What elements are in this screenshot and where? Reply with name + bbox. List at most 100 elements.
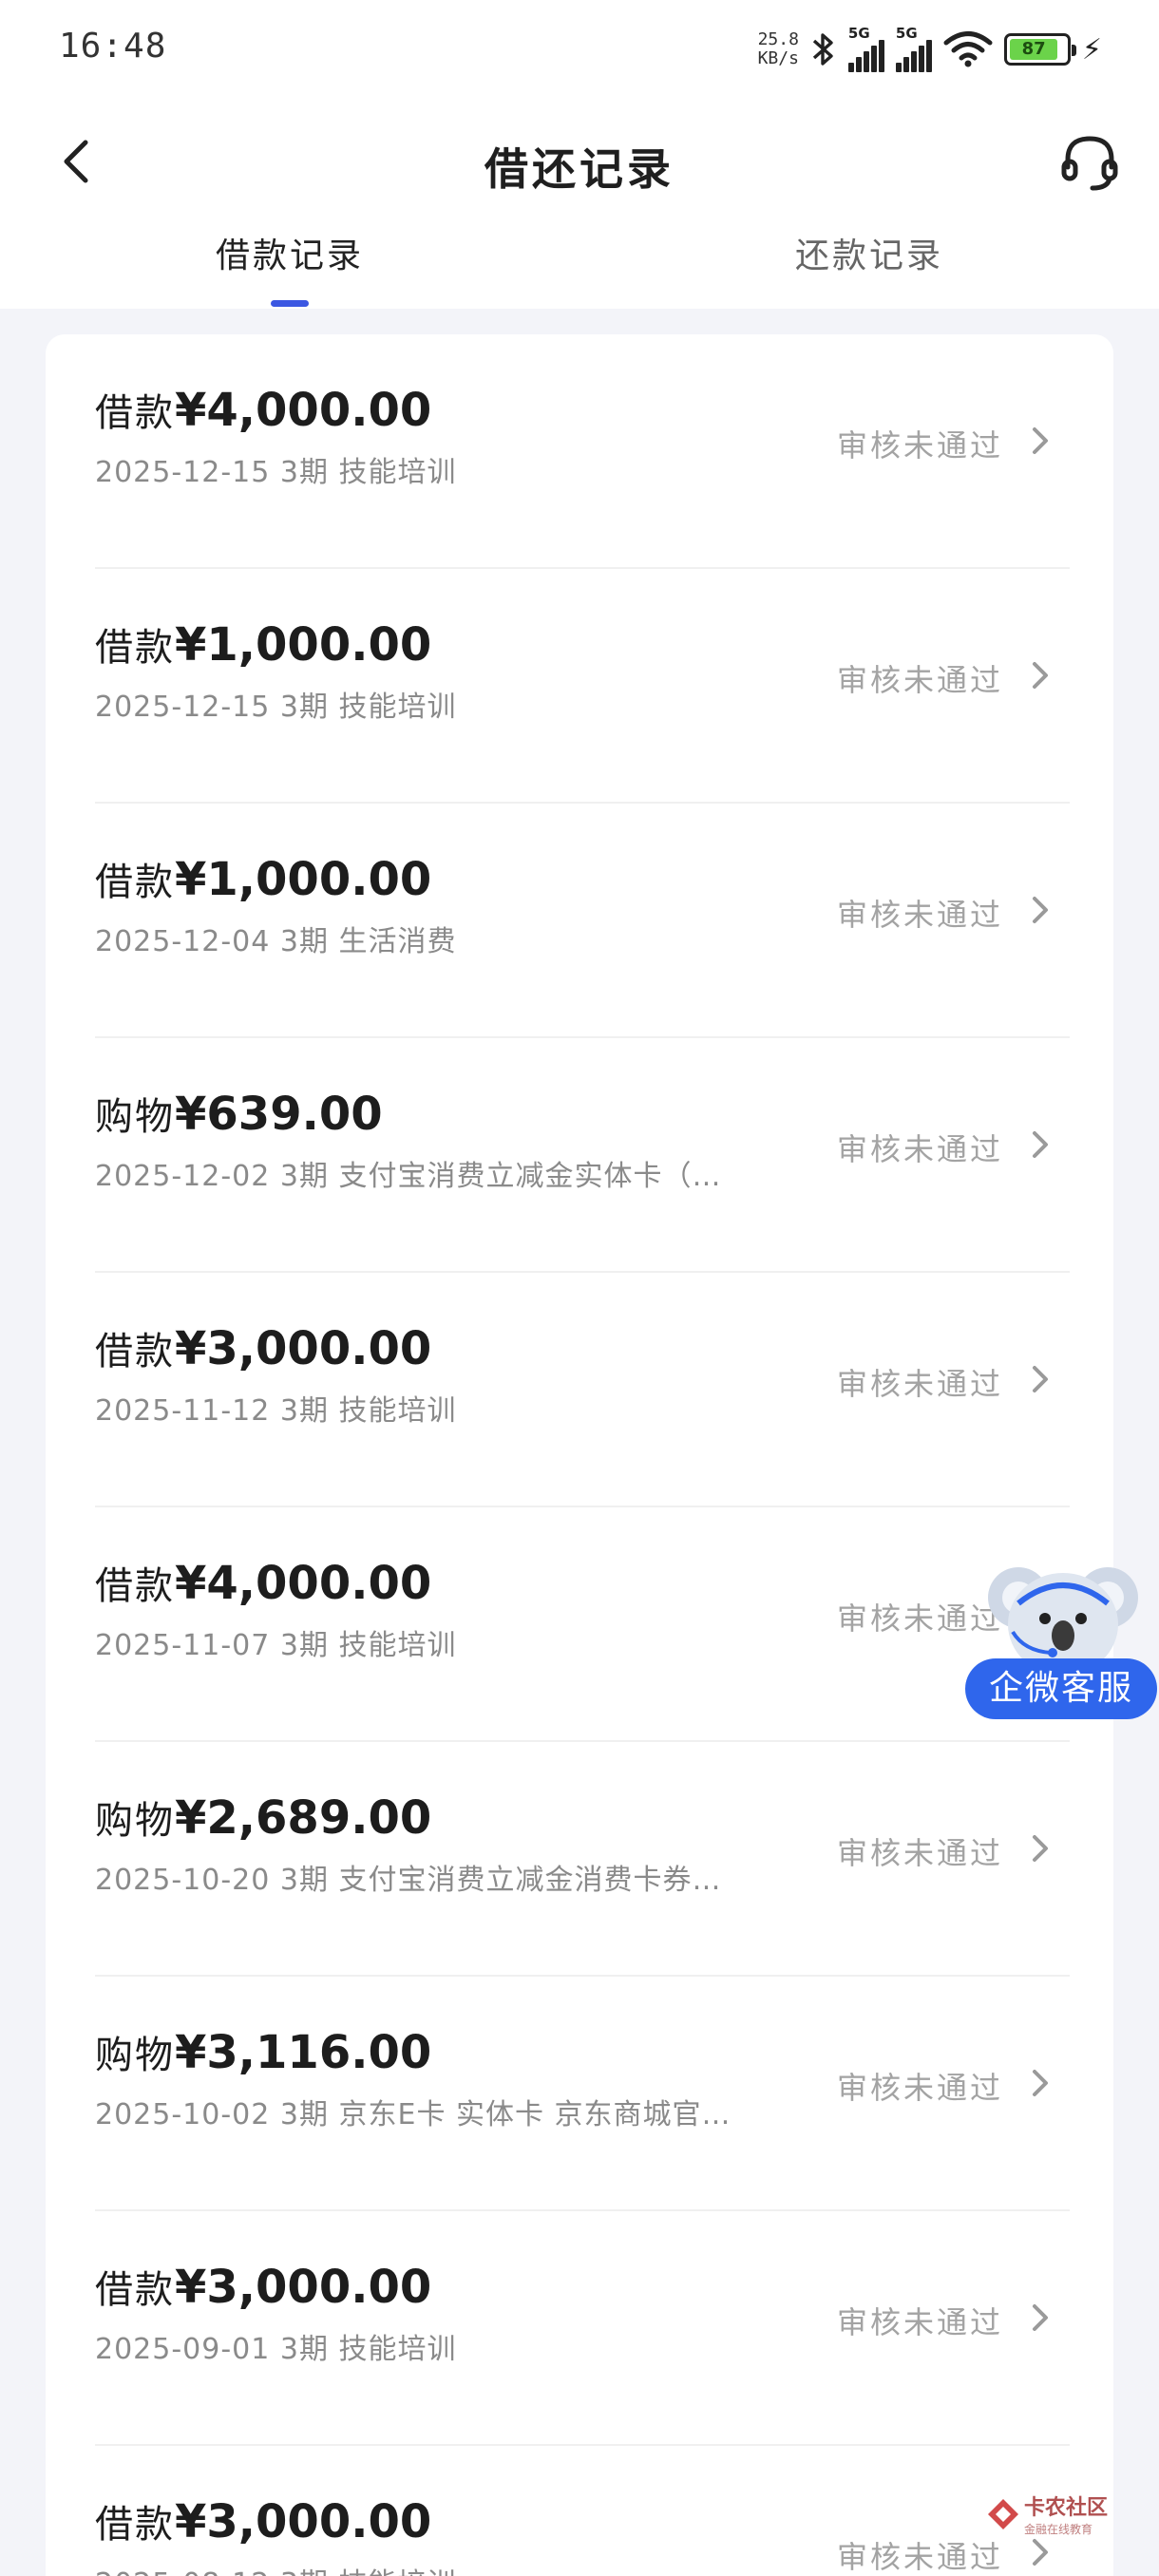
record-title: 借款¥3,000.00 (95, 2493, 431, 2548)
record-status: 审核未通过 (836, 427, 1003, 464)
record-item[interactable]: 购物¥3,116.00 2025-10-02 3期 京东E卡 实体卡 京东商城官… (46, 1977, 1113, 2211)
record-type: 借款 (95, 626, 175, 670)
status-icons: 25.8 KB/s 5G 5G 87 ⚡ (758, 23, 1102, 76)
record-amount: ¥1,000.00 (175, 853, 432, 906)
record-amount: ¥4,000.00 (175, 1557, 432, 1610)
network-speed-unit: KB/s (757, 48, 799, 68)
record-amount: ¥3,000.00 (175, 2261, 432, 2314)
record-status: 审核未通过 (836, 1835, 1003, 1871)
record-amount: ¥2,689.00 (175, 1791, 432, 1845)
floating-service-button[interactable]: 企微客服 (963, 1554, 1159, 1723)
sim2-network-tag: 5G (895, 25, 918, 42)
record-item[interactable]: 借款¥1,000.00 2025-12-04 3期 生活消费 审核未通过 (46, 804, 1113, 1038)
record-title: 借款¥1,000.00 (95, 851, 431, 906)
record-status: 审核未通过 (836, 2070, 1003, 2106)
headset-icon (1061, 136, 1118, 191)
record-type: 购物 (95, 1799, 175, 1843)
record-type: 借款 (95, 2503, 175, 2547)
record-detail: 2025-12-15 3期 技能培训 (95, 691, 457, 724)
record-detail: 2025-12-15 3期 技能培训 (95, 456, 457, 489)
record-detail: 2025-12-02 3期 支付宝消费立减金实体卡（… (95, 1160, 722, 1193)
customer-service-button[interactable] (1058, 131, 1121, 194)
record-type: 借款 (95, 1564, 175, 1608)
record-amount: ¥3,000.00 (175, 1322, 432, 1375)
signal-sim1-icon: 5G (847, 25, 884, 72)
chevron-right-icon (1033, 1131, 1048, 1158)
record-title: 购物¥639.00 (95, 1086, 383, 1141)
record-item[interactable]: 购物¥639.00 2025-12-02 3期 支付宝消费立减金实体卡（… 审核… (46, 1038, 1113, 1273)
chevron-right-icon (1033, 2539, 1048, 2566)
record-item[interactable]: 借款¥3,000.00 2025-09-01 3期 技能培训 审核未通过 (46, 2211, 1113, 2446)
record-title: 借款¥3,000.00 (95, 2259, 431, 2314)
record-item[interactable]: 借款¥4,000.00 2025-12-15 3期 技能培训 审核未通过 (46, 334, 1113, 569)
tab-borrow-records-label: 借款记录 (215, 237, 364, 275)
chevron-right-icon (1033, 427, 1048, 454)
chevron-right-icon (1033, 1366, 1048, 1392)
record-detail: 2025-12-04 3期 生活消费 (95, 925, 457, 958)
record-title: 购物¥2,689.00 (95, 1790, 431, 1845)
record-type: 购物 (95, 1095, 175, 1139)
status-bar: 16:48 25.8 KB/s 5G 5G 87 ⚡ (0, 0, 1159, 95)
chevron-right-icon (1033, 2304, 1048, 2331)
record-amount: ¥3,116.00 (175, 2026, 432, 2079)
battery-level: 87 (1009, 39, 1058, 60)
record-detail: 2025-11-12 3期 技能培训 (95, 1394, 457, 1428)
record-type: 购物 (95, 2034, 175, 2077)
record-detail: 2025-11-07 3期 技能培训 (95, 1629, 457, 1662)
record-title: 借款¥4,000.00 (95, 382, 431, 437)
record-detail: 2025-10-02 3期 京东E卡 实体卡 京东商城官… (95, 2098, 732, 2131)
record-amount: ¥3,000.00 (175, 2495, 432, 2548)
watermark-text: 卡农社区 (1024, 2496, 1109, 2520)
page-title: 借还记录 (484, 143, 674, 195)
record-list: 借款¥4,000.00 2025-12-15 3期 技能培训 审核未通过 借款¥… (46, 334, 1113, 2576)
record-status: 审核未通过 (836, 1131, 1003, 1167)
battery-icon: 87 (1003, 33, 1076, 66)
record-amount: ¥4,000.00 (175, 384, 432, 437)
record-type: 借款 (95, 861, 175, 904)
record-title: 购物¥3,116.00 (95, 2024, 431, 2079)
record-status: 审核未通过 (836, 2539, 1003, 2575)
tab-bar: 借款记录 还款记录 (0, 228, 1159, 309)
record-detail: 2025-09-01 3期 技能培训 (95, 2333, 457, 2366)
record-type: 借款 (95, 391, 175, 435)
status-time: 16:48 (59, 27, 167, 66)
charging-icon: ⚡ (1081, 32, 1102, 66)
record-title: 借款¥1,000.00 (95, 616, 431, 672)
chevron-right-icon (1033, 897, 1048, 923)
floating-service-label: 企微客服 (965, 1658, 1157, 1719)
chevron-right-icon (1033, 662, 1048, 689)
watermark: 卡农社区 金融在线教育 (986, 2491, 1108, 2537)
navigation-bar: 借还记录 (0, 114, 1159, 209)
wifi-icon (943, 31, 993, 67)
record-item[interactable]: 借款¥3,000.00 2025-11-12 3期 技能培训 审核未通过 (46, 1273, 1113, 1507)
sim1-network-tag: 5G (847, 25, 870, 42)
signal-sim2-icon: 5G (895, 25, 932, 72)
tab-repay-records[interactable]: 还款记录 (679, 228, 1059, 309)
tab-borrow-records[interactable]: 借款记录 (100, 228, 480, 309)
active-tab-indicator (271, 300, 309, 307)
record-title: 借款¥3,000.00 (95, 1320, 431, 1375)
record-type: 借款 (95, 1330, 175, 1373)
watermark-subtext: 金融在线教育 (1024, 2523, 1093, 2536)
record-type: 借款 (95, 2268, 175, 2312)
top-bar: 16:48 25.8 KB/s 5G 5G 87 ⚡ 借还记录 借款记录 还款记… (0, 0, 1159, 309)
network-speed: 25.8 KB/s (758, 30, 799, 68)
record-detail: 2025-08-12 3期 技能培训 (95, 2560, 817, 2576)
chevron-right-icon (1033, 1835, 1048, 1862)
record-item[interactable]: 借款¥3,000.00 2025-08-12 3期 技能培训 审核未通过 (46, 2446, 1113, 2576)
record-status: 审核未通过 (836, 2304, 1003, 2340)
tab-repay-records-label: 还款记录 (794, 237, 943, 275)
network-speed-value: 25.8 (757, 29, 799, 49)
bluetooth-icon (812, 33, 833, 66)
record-item[interactable]: 购物¥2,689.00 2025-10-20 3期 支付宝消费立减金消费卡券… … (46, 1742, 1113, 1977)
record-status: 审核未通过 (836, 662, 1003, 698)
record-item[interactable]: 借款¥1,000.00 2025-12-15 3期 技能培训 审核未通过 (46, 569, 1113, 804)
record-status: 审核未通过 (836, 1366, 1003, 1402)
record-amount: ¥639.00 (175, 1088, 383, 1141)
watermark-logo-icon (988, 2498, 1018, 2529)
record-amount: ¥1,000.00 (175, 618, 432, 672)
chevron-right-icon (1033, 2070, 1048, 2096)
record-detail: 2025-10-20 3期 支付宝消费立减金消费卡券… (95, 1864, 722, 1897)
record-item[interactable]: 借款¥4,000.00 2025-11-07 3期 技能培训 审核未通过 (46, 1507, 1113, 1742)
record-status: 审核未通过 (836, 897, 1003, 933)
